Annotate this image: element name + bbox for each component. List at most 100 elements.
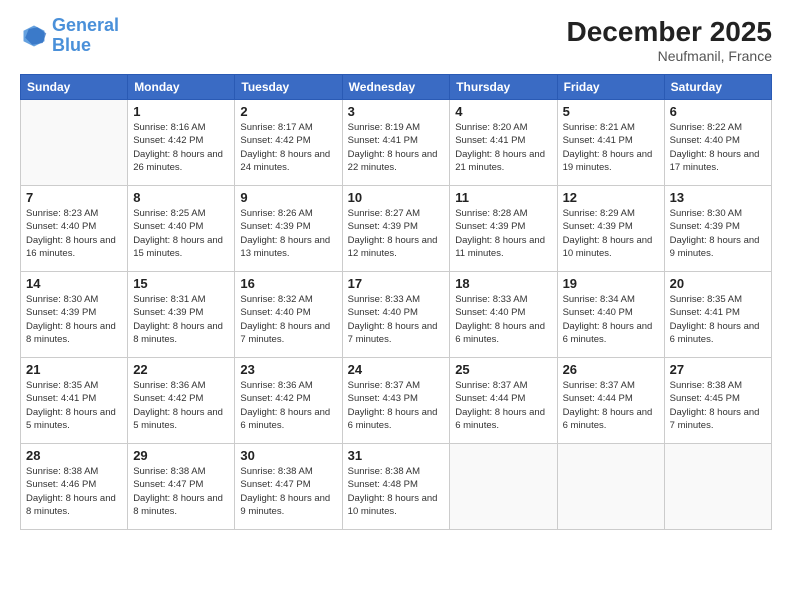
day-number: 31 (348, 448, 445, 463)
calendar-cell (21, 100, 128, 186)
day-number: 9 (240, 190, 336, 205)
calendar-cell: 8Sunrise: 8:25 AMSunset: 4:40 PMDaylight… (128, 186, 235, 272)
calendar-cell: 30 Sunrise: 8:38 AMSunset: 4:47 PMDayligh… (235, 444, 342, 530)
calendar-cell: 3 Sunrise: 8:19 AMSunset: 4:41 PMDaylight… (342, 100, 450, 186)
calendar-cell: 14 Sunrise: 8:30 AMSunset: 4:39 PMDayligh… (21, 272, 128, 358)
calendar-table: SundayMondayTuesdayWednesdayThursdayFrid… (20, 74, 772, 530)
calendar-cell: 16Sunrise: 8:32 AMSunset: 4:40 PMDayligh… (235, 272, 342, 358)
day-number: 16 (240, 276, 336, 291)
weekday-saturday: Saturday (664, 75, 771, 100)
day-number: 29 (133, 448, 229, 463)
day-number: 13 (670, 190, 766, 205)
weekday-tuesday: Tuesday (235, 75, 342, 100)
weekday-header-row: SundayMondayTuesdayWednesdayThursdayFrid… (21, 75, 772, 100)
calendar-cell: 12 Sunrise: 8:29 AMSunset: 4:39 PMDayligh… (557, 186, 664, 272)
day-number: 11 (455, 190, 551, 205)
day-number: 21 (26, 362, 122, 377)
logo: General Blue (20, 16, 119, 56)
calendar-cell: 1 Sunrise: 8:16 AMSunset: 4:42 PMDaylight… (128, 100, 235, 186)
calendar-cell: 21 Sunrise: 8:35 AMSunset: 4:41 PMDayligh… (21, 358, 128, 444)
day-info: Sunrise: 8:17 AMSunset: 4:42 PMDaylight:… (240, 121, 336, 174)
calendar-cell: 10Sunrise: 8:27 AMSunset: 4:39 PMDayligh… (342, 186, 450, 272)
day-number: 30 (240, 448, 336, 463)
day-info: Sunrise: 8:35 AMSunset: 4:41 PMDaylight:… (26, 379, 122, 432)
day-info: Sunrise: 8:37 AMSunset: 4:43 PMDaylight:… (348, 379, 445, 432)
day-info: Sunrise: 8:38 AMSunset: 4:47 PMDaylight:… (240, 465, 336, 518)
day-number: 3 (348, 104, 445, 119)
day-info: Sunrise: 8:38 AMSunset: 4:47 PMDaylight:… (133, 465, 229, 518)
day-info: Sunrise: 8:29 AMSunset: 4:39 PMDaylight:… (563, 207, 659, 260)
day-info: Sunrise: 8:38 AMSunset: 4:46 PMDaylight:… (26, 465, 122, 518)
calendar-cell (557, 444, 664, 530)
weekday-friday: Friday (557, 75, 664, 100)
day-number: 18 (455, 276, 551, 291)
calendar-cell: 23Sunrise: 8:36 AMSunset: 4:42 PMDayligh… (235, 358, 342, 444)
day-info: Sunrise: 8:38 AMSunset: 4:45 PMDaylight:… (670, 379, 766, 432)
month-year: December 2025 (567, 16, 772, 48)
calendar-cell: 9 Sunrise: 8:26 AMSunset: 4:39 PMDaylight… (235, 186, 342, 272)
day-info: Sunrise: 8:33 AMSunset: 4:40 PMDaylight:… (455, 293, 551, 346)
day-number: 23 (240, 362, 336, 377)
day-number: 28 (26, 448, 122, 463)
day-number: 26 (563, 362, 659, 377)
day-info: Sunrise: 8:16 AMSunset: 4:42 PMDaylight:… (133, 121, 229, 174)
week-row-3: 21 Sunrise: 8:35 AMSunset: 4:41 PMDayligh… (21, 358, 772, 444)
calendar-cell: 20 Sunrise: 8:35 AMSunset: 4:41 PMDayligh… (664, 272, 771, 358)
day-info: Sunrise: 8:28 AMSunset: 4:39 PMDaylight:… (455, 207, 551, 260)
logo-icon (20, 22, 48, 50)
day-number: 7 (26, 190, 122, 205)
calendar-cell: 19Sunrise: 8:34 AMSunset: 4:40 PMDayligh… (557, 272, 664, 358)
day-info: Sunrise: 8:25 AMSunset: 4:40 PMDaylight:… (133, 207, 229, 260)
calendar-cell: 2 Sunrise: 8:17 AMSunset: 4:42 PMDaylight… (235, 100, 342, 186)
week-row-1: 7Sunrise: 8:23 AMSunset: 4:40 PMDaylight… (21, 186, 772, 272)
day-number: 12 (563, 190, 659, 205)
day-info: Sunrise: 8:19 AMSunset: 4:41 PMDaylight:… (348, 121, 445, 174)
location: Neufmanil, France (567, 48, 772, 64)
day-number: 22 (133, 362, 229, 377)
day-info: Sunrise: 8:38 AMSunset: 4:48 PMDaylight:… (348, 465, 445, 518)
day-number: 19 (563, 276, 659, 291)
calendar-cell: 17Sunrise: 8:33 AMSunset: 4:40 PMDayligh… (342, 272, 450, 358)
calendar-cell: 11 Sunrise: 8:28 AMSunset: 4:39 PMDayligh… (450, 186, 557, 272)
calendar-cell: 6Sunrise: 8:22 AMSunset: 4:40 PMDaylight… (664, 100, 771, 186)
calendar-cell: 18 Sunrise: 8:33 AMSunset: 4:40 PMDayligh… (450, 272, 557, 358)
calendar-cell (664, 444, 771, 530)
day-info: Sunrise: 8:20 AMSunset: 4:41 PMDaylight:… (455, 121, 551, 174)
weekday-sunday: Sunday (21, 75, 128, 100)
calendar-cell: 31 Sunrise: 8:38 AMSunset: 4:48 PMDayligh… (342, 444, 450, 530)
day-number: 14 (26, 276, 122, 291)
day-number: 1 (133, 104, 229, 119)
day-info: Sunrise: 8:31 AMSunset: 4:39 PMDaylight:… (133, 293, 229, 346)
week-row-2: 14 Sunrise: 8:30 AMSunset: 4:39 PMDayligh… (21, 272, 772, 358)
day-number: 17 (348, 276, 445, 291)
day-number: 20 (670, 276, 766, 291)
calendar-cell: 15 Sunrise: 8:31 AMSunset: 4:39 PMDayligh… (128, 272, 235, 358)
day-number: 15 (133, 276, 229, 291)
weekday-thursday: Thursday (450, 75, 557, 100)
logo-general: General (52, 15, 119, 35)
day-info: Sunrise: 8:35 AMSunset: 4:41 PMDaylight:… (670, 293, 766, 346)
calendar-cell: 24 Sunrise: 8:37 AMSunset: 4:43 PMDayligh… (342, 358, 450, 444)
day-info: Sunrise: 8:37 AMSunset: 4:44 PMDaylight:… (563, 379, 659, 432)
week-row-0: 1 Sunrise: 8:16 AMSunset: 4:42 PMDaylight… (21, 100, 772, 186)
calendar-cell: 28 Sunrise: 8:38 AMSunset: 4:46 PMDayligh… (21, 444, 128, 530)
logo-text: General Blue (52, 16, 119, 56)
day-number: 24 (348, 362, 445, 377)
calendar-cell: 7Sunrise: 8:23 AMSunset: 4:40 PMDaylight… (21, 186, 128, 272)
header: General Blue December 2025 Neufmanil, Fr… (20, 16, 772, 64)
day-info: Sunrise: 8:26 AMSunset: 4:39 PMDaylight:… (240, 207, 336, 260)
day-number: 27 (670, 362, 766, 377)
day-number: 2 (240, 104, 336, 119)
calendar-cell: 25Sunrise: 8:37 AMSunset: 4:44 PMDayligh… (450, 358, 557, 444)
day-info: Sunrise: 8:27 AMSunset: 4:39 PMDaylight:… (348, 207, 445, 260)
calendar-cell: 5Sunrise: 8:21 AMSunset: 4:41 PMDaylight… (557, 100, 664, 186)
weekday-wednesday: Wednesday (342, 75, 450, 100)
title-block: December 2025 Neufmanil, France (567, 16, 772, 64)
calendar-cell (450, 444, 557, 530)
calendar-cell: 26 Sunrise: 8:37 AMSunset: 4:44 PMDayligh… (557, 358, 664, 444)
day-info: Sunrise: 8:30 AMSunset: 4:39 PMDaylight:… (26, 293, 122, 346)
calendar-cell: 27 Sunrise: 8:38 AMSunset: 4:45 PMDayligh… (664, 358, 771, 444)
day-number: 4 (455, 104, 551, 119)
day-info: Sunrise: 8:22 AMSunset: 4:40 PMDaylight:… (670, 121, 766, 174)
week-row-4: 28 Sunrise: 8:38 AMSunset: 4:46 PMDayligh… (21, 444, 772, 530)
